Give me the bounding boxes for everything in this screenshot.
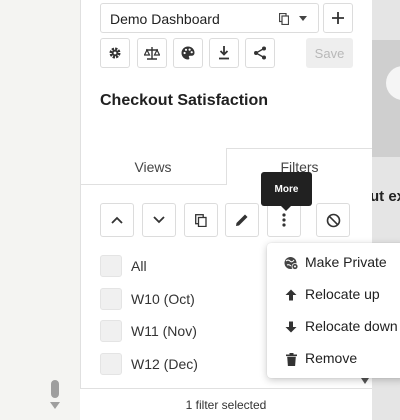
- status-bar: 1 filter selected: [80, 388, 372, 420]
- arrow-down-icon: [283, 319, 299, 335]
- menu-item-label: Relocate up: [305, 286, 380, 302]
- make-private-icon: [283, 255, 299, 271]
- download-icon: [219, 46, 229, 60]
- dashboard-select[interactable]: Demo Dashboard: [100, 3, 319, 33]
- filter-label: W12 (Dec): [131, 356, 198, 372]
- gear-icon: [109, 47, 121, 59]
- share-button[interactable]: [245, 38, 275, 68]
- menu-item-label: Remove: [305, 350, 358, 366]
- move-down-button[interactable]: [142, 203, 176, 237]
- menu-item-label: Relocate down: [305, 318, 398, 334]
- list-scroll-down-icon[interactable]: [361, 378, 369, 384]
- filter-checkbox[interactable]: [100, 320, 122, 342]
- more-tooltip: More: [261, 172, 312, 206]
- edit-button[interactable]: [225, 203, 259, 237]
- duplicate-button[interactable]: [184, 203, 218, 237]
- pencil-icon: [236, 214, 248, 226]
- scale-icon: [144, 47, 160, 60]
- share-icon: [254, 46, 266, 60]
- theme-button[interactable]: [173, 38, 203, 68]
- block-icon: [326, 213, 340, 227]
- filter-label: W11 (Nov): [131, 323, 197, 339]
- palette-icon: [181, 46, 195, 60]
- tab-views[interactable]: Views: [80, 150, 226, 185]
- scrollbar-thumb[interactable]: [51, 380, 59, 398]
- save-button[interactable]: Save: [306, 38, 353, 68]
- menu-item-relocate-down[interactable]: Relocate down: [267, 313, 400, 341]
- filter-checkbox[interactable]: [100, 288, 122, 310]
- chevron-down-icon[interactable]: [299, 16, 307, 21]
- dashboard-select-value: Demo Dashboard: [110, 11, 220, 27]
- add-dashboard-button[interactable]: [323, 3, 353, 33]
- menu-item-label: Make Private: [305, 254, 387, 270]
- scroll-down-icon[interactable]: [50, 402, 60, 409]
- page-title: Checkout Satisfaction: [100, 92, 269, 109]
- balance-button[interactable]: [137, 38, 167, 68]
- plus-icon: [332, 12, 344, 24]
- panel-tabs: Views Filters: [80, 148, 372, 185]
- chevron-down-icon: [153, 216, 165, 224]
- more-vertical-icon: [282, 213, 286, 227]
- chevron-up-icon: [111, 216, 123, 224]
- menu-item-remove[interactable]: Remove: [267, 345, 400, 373]
- left-gutter: [0, 0, 80, 420]
- trash-icon: [283, 351, 299, 367]
- menu-item-make-private[interactable]: Make Private: [267, 249, 400, 277]
- tooltip-arrow: [281, 206, 291, 211]
- filter-checkbox[interactable]: [100, 353, 122, 375]
- more-menu: Make Private Relocate up Relocate down R…: [267, 243, 400, 378]
- filter-label: All: [131, 258, 147, 274]
- copy-icon: [195, 213, 207, 227]
- settings-button[interactable]: [100, 38, 130, 68]
- background-text: ut ex: [370, 188, 400, 205]
- move-up-button[interactable]: [100, 203, 134, 237]
- filter-label: W10 (Oct): [131, 291, 195, 307]
- menu-item-relocate-up[interactable]: Relocate up: [267, 281, 400, 309]
- arrow-up-icon: [283, 287, 299, 303]
- download-button[interactable]: [209, 38, 239, 68]
- disable-button[interactable]: [316, 203, 350, 237]
- copy-icon[interactable]: [278, 12, 290, 30]
- filter-checkbox[interactable]: [100, 255, 122, 277]
